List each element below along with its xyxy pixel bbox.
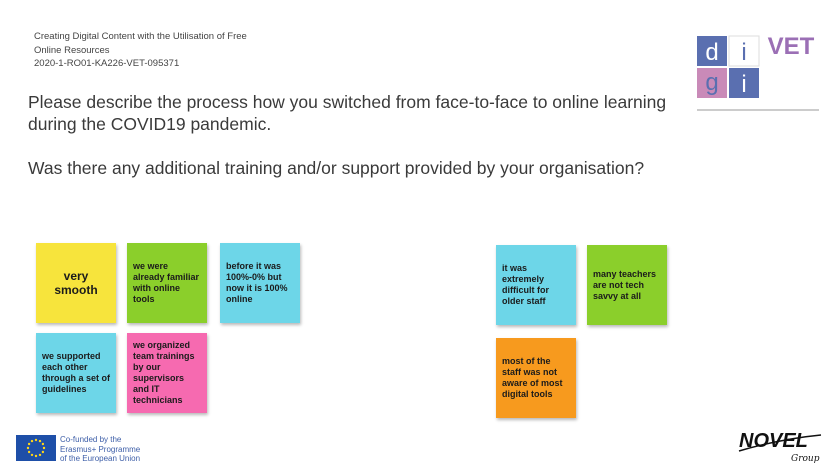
sticky-note-text: many teachers are not tech savvy at all: [593, 268, 657, 301]
header-line-3: 2020-1-RO01-KA226-VET-095371: [34, 58, 180, 69]
eu-line-3: of the European Union: [60, 454, 141, 463]
eu-cofunded-text: Co-funded by the Erasmus+ Programme of t…: [60, 435, 140, 464]
eu-line-1: Co-funded by the: [60, 435, 122, 444]
eu-flag-icon: [16, 435, 56, 461]
novel-logo-subtext: Group: [791, 454, 820, 464]
sticky-note: most of the staff was not aware of most …: [496, 338, 576, 418]
sticky-note-text: most of the staff was not aware of most …: [502, 356, 563, 399]
sticky-note: we were already familiar with online too…: [127, 243, 207, 323]
sticky-note-text: very smooth: [54, 269, 98, 297]
sticky-note: many teachers are not tech savvy at all: [587, 245, 667, 325]
sticky-note: we supported each other through a set of…: [36, 333, 116, 413]
project-header: Creating Digital Content with the Utilis…: [34, 30, 247, 71]
sticky-note: we organized team trainings by our super…: [127, 333, 207, 413]
question-2: Was there any additional training and/or…: [28, 158, 645, 178]
digivet-logo: d i g i VET: [697, 33, 819, 111]
sticky-note-text: we supported each other through a set of…: [42, 351, 110, 394]
logo-letter-i1: i: [741, 39, 746, 66]
header-line-1: Creating Digital Content with the Utilis…: [34, 31, 247, 42]
sticky-note: it was extremely difficult for older sta…: [496, 245, 576, 325]
logo-letter-d: d: [705, 39, 718, 66]
sticky-note-text: before it was 100%-0% but now it is 100%…: [226, 261, 288, 304]
sticky-note-text: it was extremely difficult for older sta…: [502, 263, 549, 306]
slide: Creating Digital Content with the Utilis…: [0, 0, 826, 468]
sticky-note: before it was 100%-0% but now it is 100%…: [220, 243, 300, 323]
header-line-2: Online Resources: [34, 44, 110, 56]
eu-line-2: Erasmus+ Programme: [60, 444, 141, 454]
logo-letter-g: g: [705, 69, 718, 96]
sticky-note: very smooth: [36, 243, 116, 323]
logo-vet-text: VET: [768, 33, 815, 60]
question-1: Please describe the process how you swit…: [28, 92, 667, 134]
novel-group-logo: NOVEL Group: [738, 430, 822, 464]
sticky-note-text: we were already familiar with online too…: [133, 261, 200, 304]
logo-letter-i2: i: [741, 71, 746, 98]
sticky-note-text: we organized team trainings by our super…: [133, 340, 195, 405]
